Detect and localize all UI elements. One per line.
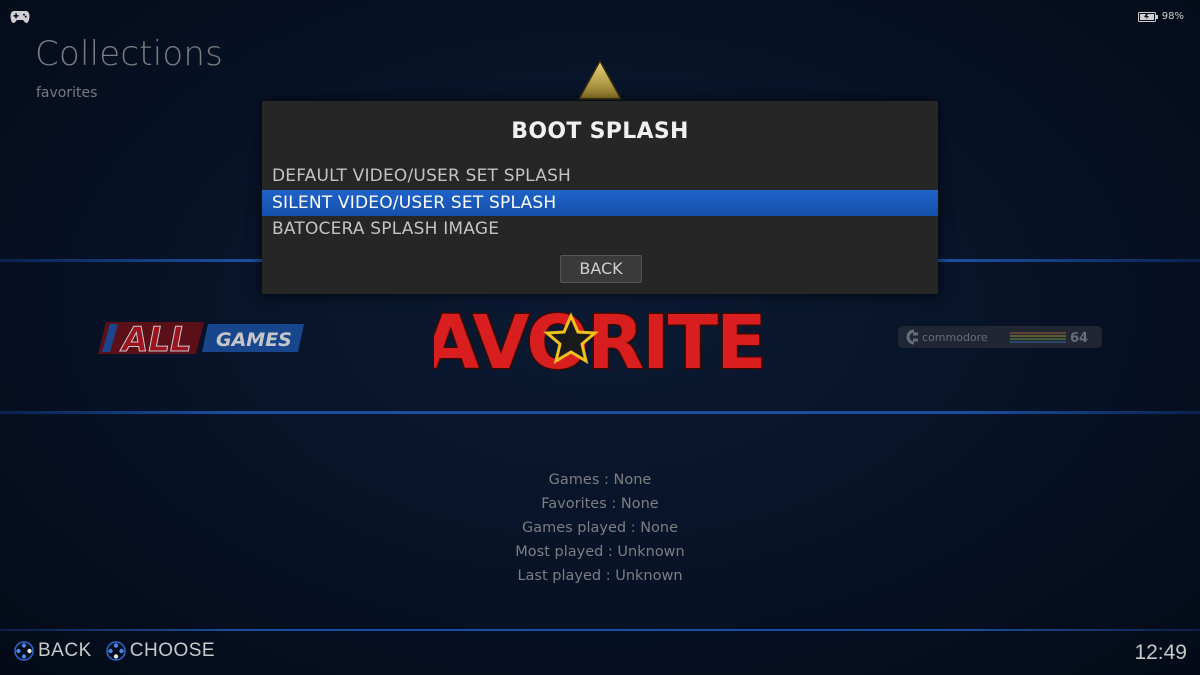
all-games-logo-part1: ALL xyxy=(119,320,192,358)
stat-favorites: Favorites : None xyxy=(541,496,659,512)
boot-splash-dialog: BOOT SPLASH DEFAULT VIDEO/USER SET SPLAS… xyxy=(262,101,938,294)
screen: 98% Collections favorites ALL GAMES FAVO… xyxy=(0,0,1200,675)
favorites-logo[interactable]: FAVORITES xyxy=(434,296,764,381)
dpad-choose-icon xyxy=(106,641,126,661)
dpad-back-icon xyxy=(14,641,34,661)
commodore-64-logo[interactable]: commodore 64 xyxy=(898,326,1102,348)
page-subtitle: favorites xyxy=(36,85,98,101)
divider-line-middle xyxy=(0,411,1200,414)
battery-icon xyxy=(1137,11,1158,22)
all-games-logo[interactable]: ALL GAMES xyxy=(98,318,304,358)
all-games-logo-part2: GAMES xyxy=(216,329,292,351)
battery-level: 98% xyxy=(1161,11,1184,22)
boot-splash-options: DEFAULT VIDEO/USER SET SPLASH SILENT VID… xyxy=(262,163,938,243)
collection-stats: Games : None Favorites : None Games play… xyxy=(0,468,1200,588)
dialog-title: BOOT SPLASH xyxy=(511,119,689,144)
stat-games: Games : None xyxy=(548,472,652,488)
back-button[interactable]: BACK xyxy=(560,255,642,283)
stat-most-played: Most played : Unknown xyxy=(515,544,685,560)
footer-help: BACK CHOOSE xyxy=(14,640,215,662)
page-title: Collections xyxy=(35,34,224,74)
option-batocera-splash[interactable]: BATOCERA SPLASH IMAGE xyxy=(262,216,938,243)
footer-choose-label[interactable]: CHOOSE xyxy=(130,640,215,662)
favorites-logo-text: FAVORITES xyxy=(434,300,764,380)
up-arrow-icon xyxy=(577,59,623,100)
stat-last-played: Last played : Unknown xyxy=(517,568,683,584)
footer-back-label[interactable]: BACK xyxy=(38,640,92,662)
commodore-brand: commodore xyxy=(922,331,988,344)
stat-games-played: Games played : None xyxy=(521,520,679,536)
gamepad-icon xyxy=(10,11,30,23)
divider-line-footer xyxy=(0,629,1200,631)
battery-indicator: 98% xyxy=(1137,11,1184,22)
option-default-video[interactable]: DEFAULT VIDEO/USER SET SPLASH xyxy=(262,163,938,190)
option-silent-video[interactable]: SILENT VIDEO/USER SET SPLASH xyxy=(262,189,938,216)
clock: 12:49 xyxy=(1134,641,1187,664)
commodore-model: 64 xyxy=(1070,331,1088,346)
